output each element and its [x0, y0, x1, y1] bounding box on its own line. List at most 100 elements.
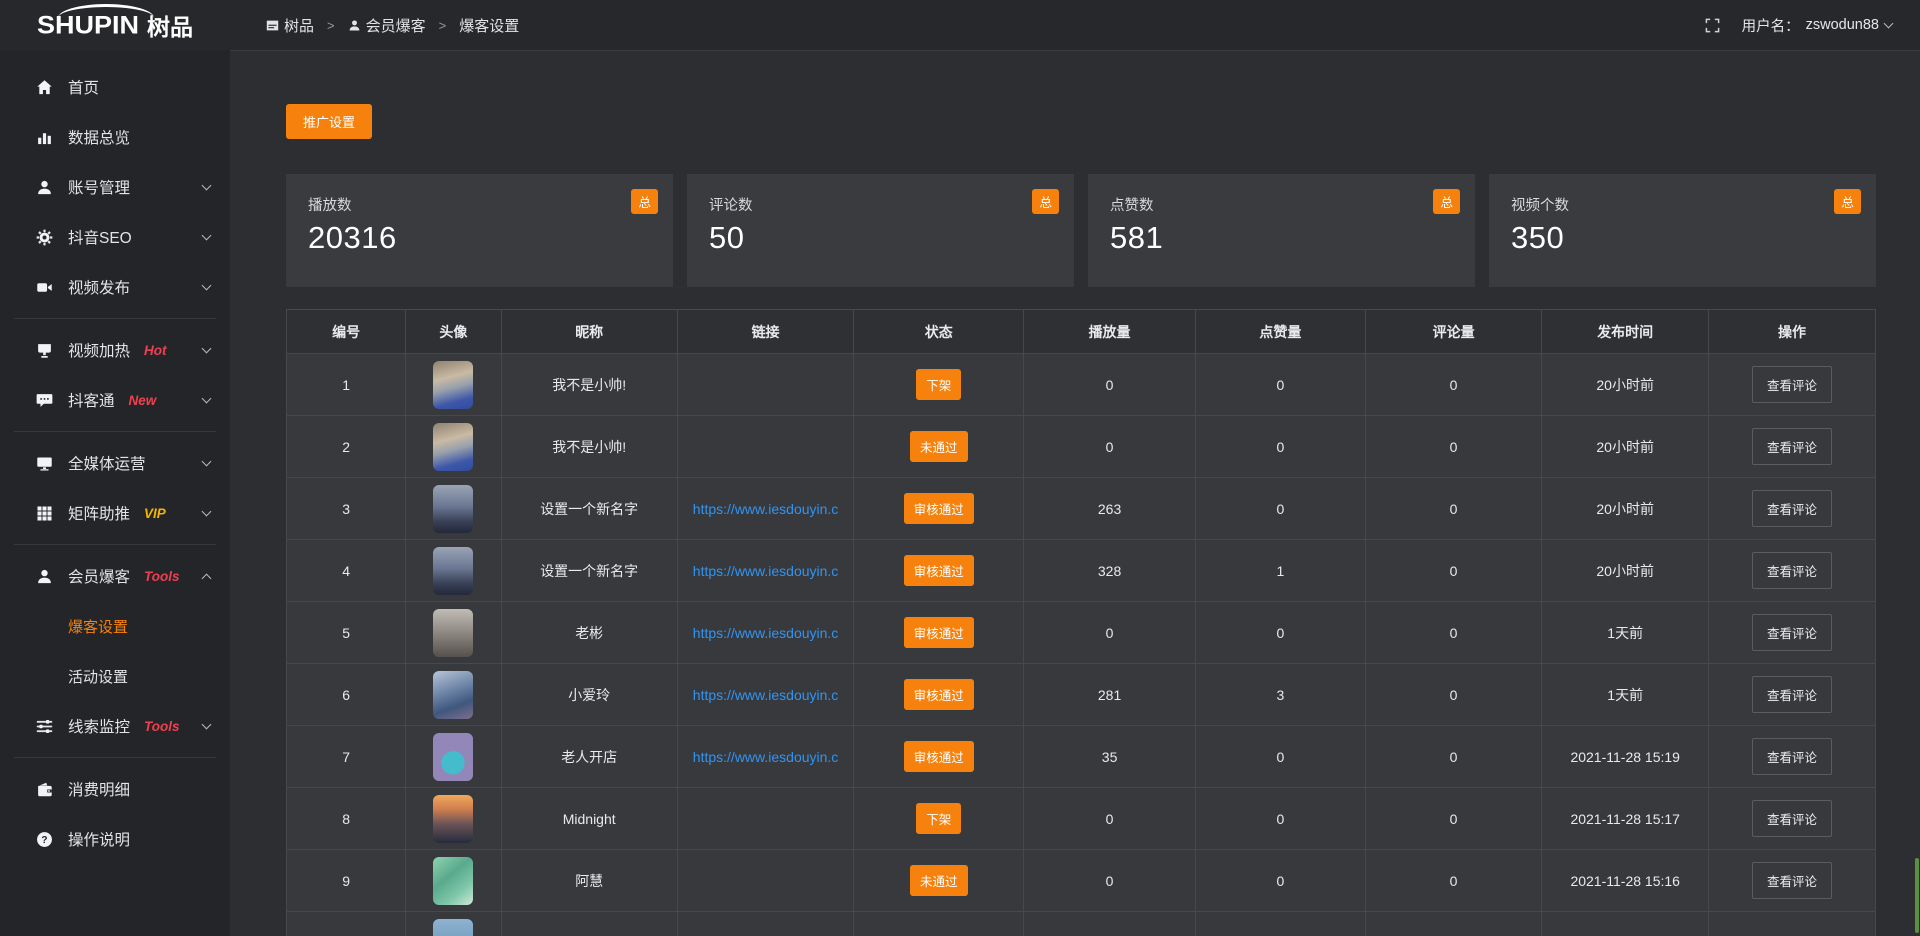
avatar[interactable] [433, 547, 473, 595]
column-header: 发布时间 [1542, 310, 1709, 354]
status-badge: 审核通过 [904, 741, 974, 772]
breadcrumb-item[interactable]: 会员爆客 [348, 15, 426, 36]
view-comments-button[interactable]: 查看评论 [1752, 428, 1832, 465]
sidebar-item-video-publish[interactable]: 视频发布 [0, 262, 230, 312]
cell-plays: 328 [1024, 540, 1196, 602]
svg-text:?: ? [41, 835, 47, 846]
table-row: 3设置一个新名字https://www.iesdouyin.c审核通过26300… [287, 478, 1876, 540]
view-comments-button[interactable]: 查看评论 [1752, 614, 1832, 651]
avatar[interactable] [433, 671, 473, 719]
sidebar-item-badge: Tools [144, 719, 180, 734]
video-link[interactable]: https://www.iesdouyin.c [693, 749, 839, 765]
avatar[interactable] [433, 423, 473, 471]
avatar[interactable] [433, 795, 473, 843]
column-header: 昵称 [501, 310, 677, 354]
sidebar-item-operation-guide[interactable]: ?操作说明 [0, 814, 230, 864]
sidebar-subitem-baoke-settings[interactable]: 爆客设置 [0, 601, 230, 651]
cell-number: 5 [287, 602, 406, 664]
sidebar-item-data-overview[interactable]: 数据总览 [0, 112, 230, 162]
user-menu[interactable]: 用户名： zswodun88 [1742, 15, 1892, 36]
cell-comments: 0 [1365, 664, 1541, 726]
stat-card-label: 播放数 [308, 194, 673, 215]
column-header: 播放量 [1024, 310, 1196, 354]
sidebar-item-badge: Hot [144, 343, 167, 358]
view-comments-button[interactable]: 查看评论 [1752, 738, 1832, 775]
sidebar-item-member-baoke[interactable]: 会员爆客Tools [0, 551, 230, 601]
cell-actions: 查看评论 [1709, 540, 1876, 602]
table-body: 1我不是小帅!下架00020小时前查看评论2我不是小帅!未通过00020小时前查… [287, 354, 1876, 936]
table-header-row: 编号头像昵称链接状态播放量点赞量评论量发布时间操作 [287, 310, 1876, 354]
view-comments-button[interactable]: 查看评论 [1752, 862, 1832, 899]
video-link[interactable]: https://www.iesdouyin.c [693, 687, 839, 703]
cell-plays: 0 [1024, 354, 1196, 416]
promo-settings-button[interactable]: 推广设置 [286, 104, 372, 139]
cell-likes [1195, 912, 1365, 936]
cell-comments: 0 [1365, 354, 1541, 416]
sidebar-item-badge: New [129, 393, 157, 408]
view-comments-button[interactable]: 查看评论 [1752, 552, 1832, 589]
cell-link [677, 354, 853, 416]
cell-link: https://www.iesdouyin.c [677, 726, 853, 788]
avatar[interactable] [433, 361, 473, 409]
stat-card: 视频个数350总 [1489, 174, 1876, 287]
avatar[interactable] [433, 857, 473, 905]
sidebar-item-douketong[interactable]: 抖客通New [0, 375, 230, 425]
cell-comments: 0 [1365, 850, 1541, 912]
cell-likes: 0 [1195, 602, 1365, 664]
scrollbar-thumb[interactable] [1915, 858, 1919, 933]
logo-text-cn: 树品 [147, 8, 193, 42]
cell-status: 未通过 [854, 850, 1024, 912]
cell-avatar [406, 416, 501, 478]
avatar[interactable] [433, 733, 473, 781]
chevron-down-icon [202, 231, 212, 241]
video-link[interactable]: https://www.iesdouyin.c [693, 563, 839, 579]
gear-icon [36, 229, 53, 246]
sidebar-item-clue-monitor[interactable]: 线索监控Tools [0, 701, 230, 751]
avatar[interactable] [433, 485, 473, 533]
cell-avatar [406, 912, 501, 936]
cell-publish-time: 20小时前 [1542, 478, 1709, 540]
view-comments-button[interactable]: 查看评论 [1752, 800, 1832, 837]
sidebar-item-badge: VIP [144, 506, 166, 521]
avatar[interactable] [433, 609, 473, 657]
sidebar-item-home[interactable]: 首页 [0, 62, 230, 112]
column-header: 头像 [406, 310, 501, 354]
sidebar-item-account-manage[interactable]: 账号管理 [0, 162, 230, 212]
user-icon [348, 19, 361, 32]
cell-comments: 0 [1365, 602, 1541, 664]
cell-actions: 查看评论 [1709, 788, 1876, 850]
avatar[interactable] [433, 919, 473, 936]
fullscreen-icon[interactable] [1705, 18, 1720, 33]
video-link[interactable]: https://www.iesdouyin.c [693, 625, 839, 641]
breadcrumb-item[interactable]: 树品 [266, 15, 314, 36]
view-comments-button[interactable]: 查看评论 [1752, 676, 1832, 713]
sidebar-item-douyin-seo[interactable]: 抖音SEO [0, 212, 230, 262]
cell-actions: 查看评论 [1709, 664, 1876, 726]
cell-number: 4 [287, 540, 406, 602]
breadcrumb-separator: > [327, 18, 335, 33]
chevron-down-icon [202, 344, 212, 354]
breadcrumb-item[interactable]: 爆客设置 [459, 15, 519, 36]
cell-plays: 35 [1024, 726, 1196, 788]
table-wrapper: 编号头像昵称链接状态播放量点赞量评论量发布时间操作 1我不是小帅!下架00020… [286, 309, 1876, 936]
sidebar-item-consumption-detail[interactable]: 消费明细 [0, 764, 230, 814]
sidebar-subitem-activity-settings[interactable]: 活动设置 [0, 651, 230, 701]
table-row: 7老人开店https://www.iesdouyin.c审核通过35002021… [287, 726, 1876, 788]
video-icon [36, 279, 53, 296]
breadcrumb-label: 会员爆客 [366, 15, 426, 36]
app-logo[interactable]: SHUPIN 树品 [0, 0, 230, 50]
status-badge: 审核通过 [904, 617, 974, 648]
cell-nickname [501, 912, 677, 936]
sidebar-item-matrix-boost[interactable]: 矩阵助推VIP [0, 488, 230, 538]
sidebar-item-video-heat[interactable]: 视频加热Hot [0, 325, 230, 375]
sidebar-item-media-operation[interactable]: 全媒体运营 [0, 438, 230, 488]
video-link[interactable]: https://www.iesdouyin.c [693, 501, 839, 517]
view-comments-button[interactable]: 查看评论 [1752, 490, 1832, 527]
videos-table: 编号头像昵称链接状态播放量点赞量评论量发布时间操作 1我不是小帅!下架00020… [286, 309, 1876, 936]
view-comments-button[interactable]: 查看评论 [1752, 366, 1832, 403]
cell-comments: 0 [1365, 540, 1541, 602]
stat-cards: 播放数20316总评论数50总点赞数581总视频个数350总 [286, 174, 1876, 287]
sidebar-divider [14, 431, 216, 432]
table-row [287, 912, 1876, 936]
cell-publish-time: 1天前 [1542, 602, 1709, 664]
